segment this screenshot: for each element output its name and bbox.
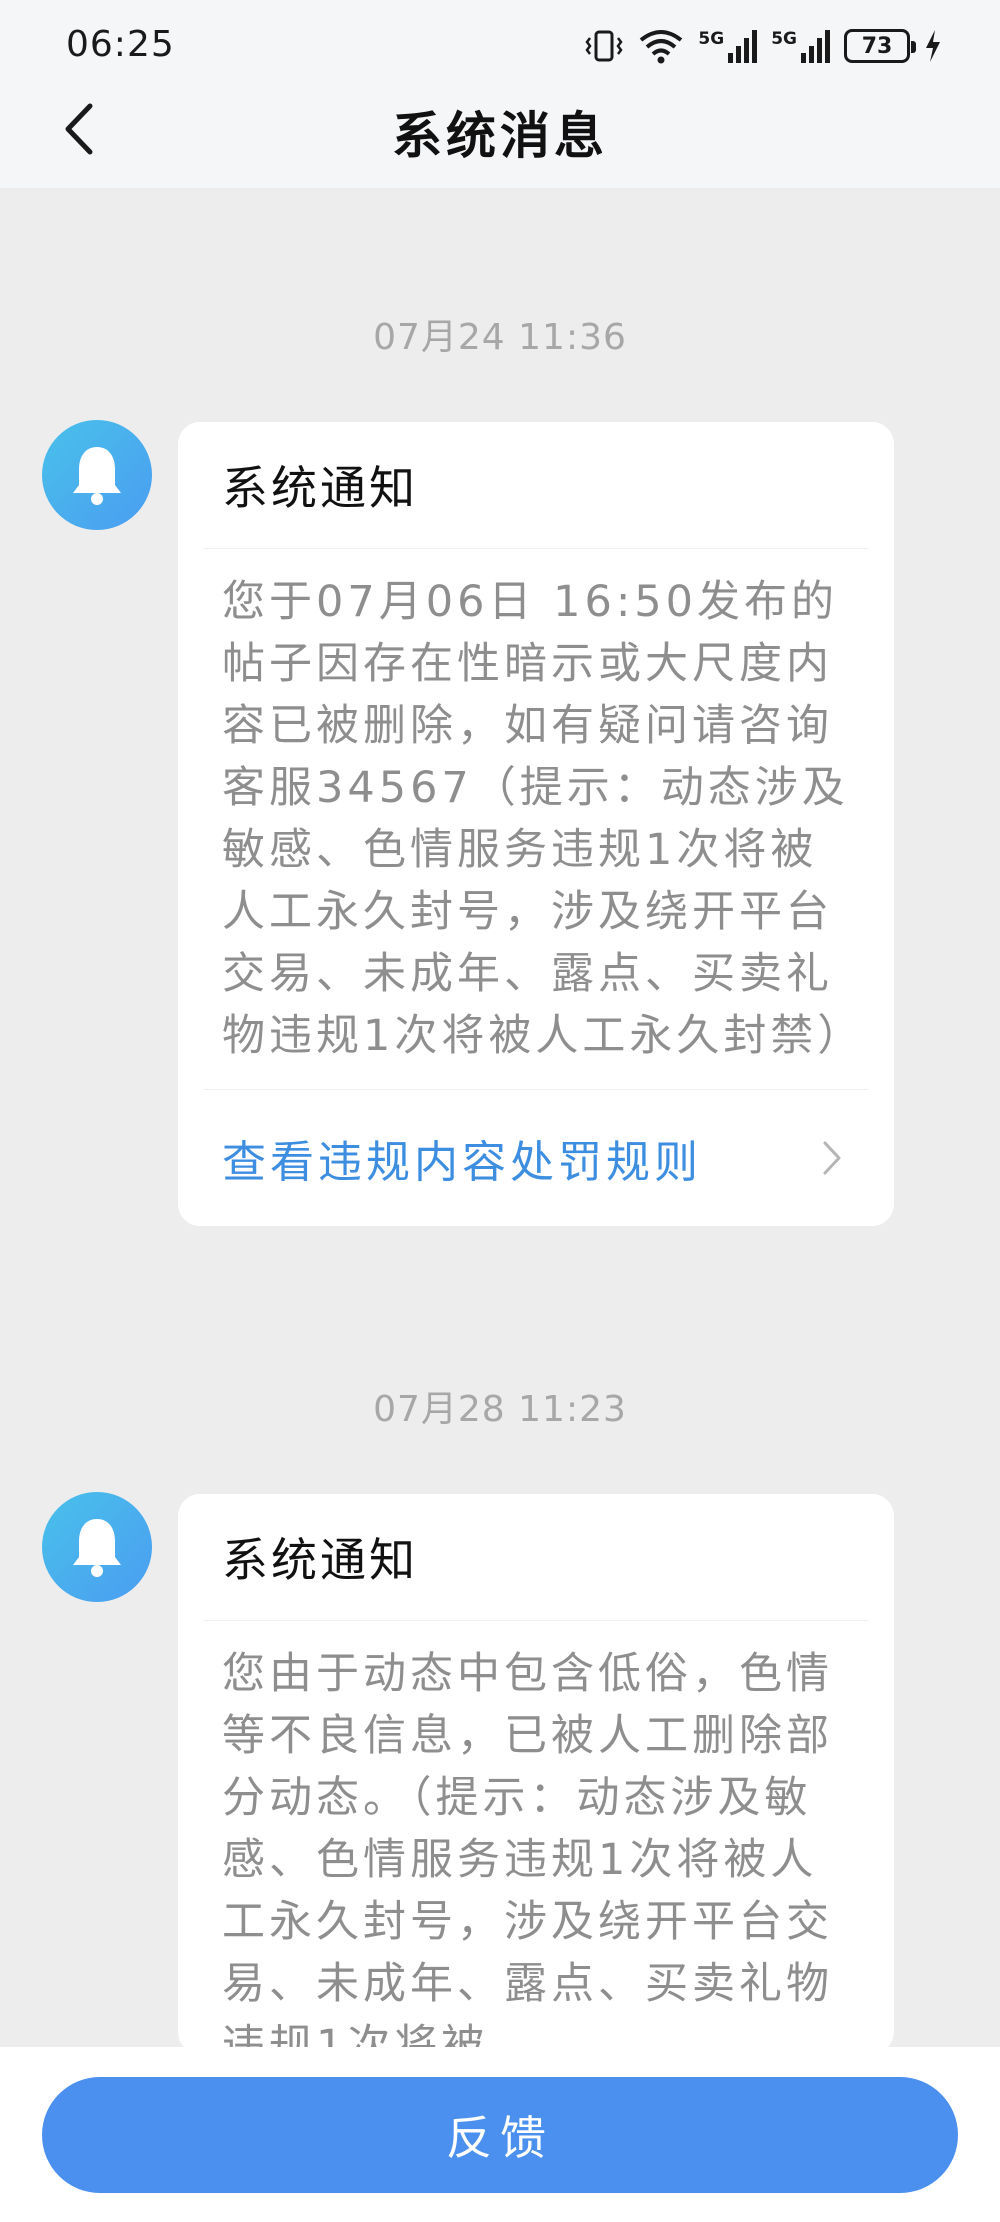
vibrate-icon [585, 30, 623, 62]
network-type-label: 5G [771, 29, 797, 49]
message-timestamp: 07月24 11:36 [373, 317, 627, 358]
link-label: 查看违规内容处罚规则 [222, 1137, 702, 1188]
page-title: 系统消息 [392, 107, 608, 165]
system-avatar [42, 420, 152, 530]
card-title: 系统通知 [222, 1533, 418, 1587]
bottom-bar: 反馈 [0, 2047, 1000, 2222]
bell-icon [73, 447, 121, 505]
battery-indicator: 73 [844, 29, 916, 63]
bell-icon [73, 1519, 121, 1577]
notification-card: 系统通知 您于07月06日 16:50发布的帖子因存在性暗示或大尺度内容已被删除… [178, 422, 894, 1226]
view-penalty-rules-link[interactable]: 查看违规内容处罚规则 [178, 1090, 894, 1226]
card-body: 您于07月06日 16:50发布的帖子因存在性暗示或大尺度内容已被删除，如有疑问… [222, 577, 865, 1061]
charging-bolt-icon [926, 30, 940, 62]
system-avatar [42, 1492, 152, 1602]
signal-2: 5G [771, 29, 830, 63]
signal-bars-icon [801, 30, 830, 63]
card-body: 您由于动态中包含低俗，色情等不良信息，已被人工删除部分动态。（提示：动态涉及敏感… [222, 1649, 833, 2054]
top-bar: 06:25 5G 5G 73 系统消息 [0, 0, 1000, 188]
feedback-button[interactable]: 反馈 [42, 2077, 958, 2193]
signal-1: 5G [698, 29, 758, 63]
message-timestamp: 07月28 11:23 [373, 1389, 627, 1430]
notification-card: 系统通知 您由于动态中包含低俗，色情等不良信息，已被人工删除部分动态。（提示：动… [178, 1494, 894, 2054]
signal-bars-icon [728, 30, 758, 63]
wifi-icon [640, 30, 683, 64]
battery-level: 73 [861, 33, 893, 59]
status-icons: 5G 5G 73 [584, 24, 942, 68]
card-title: 系统通知 [222, 461, 418, 515]
network-type-label: 5G [698, 29, 725, 49]
chevron-right-icon [823, 1141, 841, 1175]
status-time: 06:25 [66, 24, 175, 65]
